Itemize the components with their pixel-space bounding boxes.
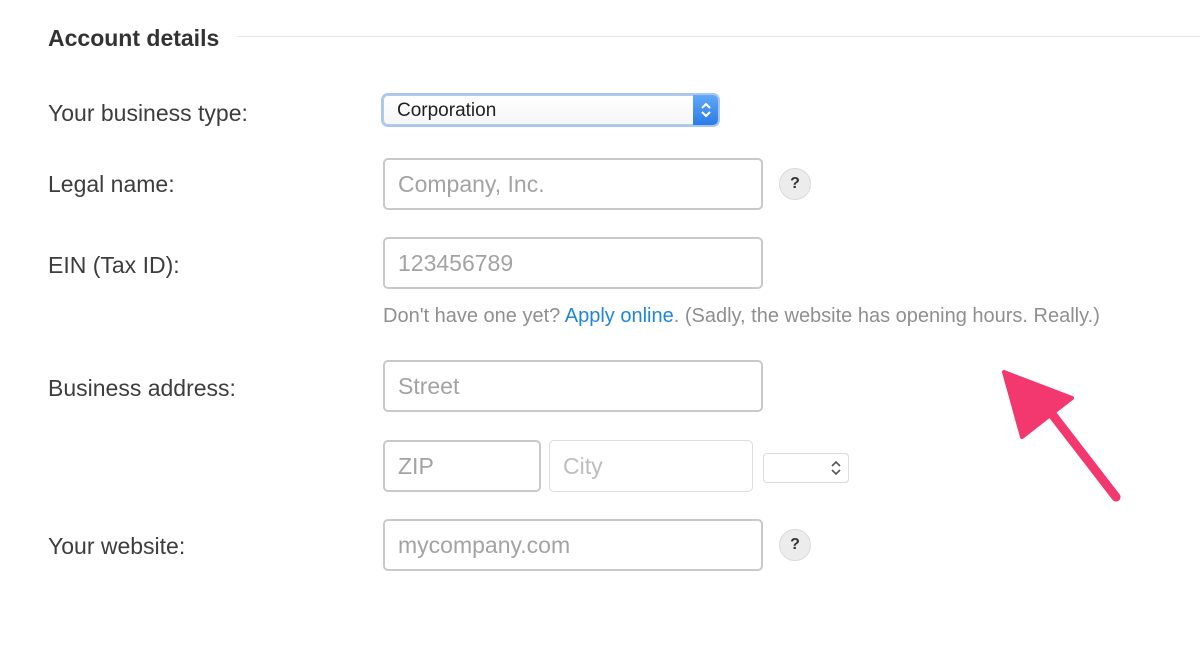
city-placeholder: City [563,452,603,479]
business-type-select[interactable]: Corporation [383,95,718,125]
legal-name-help-button[interactable]: ? [779,168,811,200]
question-mark-icon: ? [790,175,800,192]
apply-online-link[interactable]: Apply online [565,305,674,327]
account-details-form: Account details Your business type: Corp… [0,0,1200,646]
ein-hint: Don't have one yet? Apply online. (Sadly… [383,305,1100,328]
zip-placeholder: ZIP [398,452,434,479]
website-label: Your website: [48,533,186,559]
legal-name-input[interactable]: Company, Inc. [383,158,763,210]
ein-hint-note: . (Sadly, the website has opening hours.… [673,305,1100,327]
website-input[interactable]: mycompany.com [383,519,763,571]
up-down-chevron-icon [693,95,718,125]
ein-hint-text: Don't have one yet? [383,305,565,327]
street-input[interactable]: Street [383,360,763,412]
legal-name-placeholder: Company, Inc. [398,170,545,197]
section-title: Account details [48,24,220,51]
website-placeholder: mycompany.com [398,531,571,558]
ein-label: EIN (Tax ID): [48,252,180,278]
state-select[interactable] [763,453,849,483]
zip-input[interactable]: ZIP [383,440,541,492]
up-down-chevron-icon [830,459,842,482]
question-mark-icon: ? [790,536,800,553]
ein-input[interactable]: 123456789 [383,237,763,289]
city-input[interactable]: City [549,440,753,492]
website-help-button[interactable]: ? [779,529,811,561]
business-address-label: Business address: [48,375,236,401]
section-divider [237,35,1200,37]
ein-placeholder: 123456789 [398,249,514,276]
street-placeholder: Street [398,372,460,399]
legal-name-label: Legal name: [48,171,175,197]
business-type-value: Corporation [397,100,497,121]
business-type-label: Your business type: [48,100,248,126]
section-header: Account details [48,22,1200,54]
